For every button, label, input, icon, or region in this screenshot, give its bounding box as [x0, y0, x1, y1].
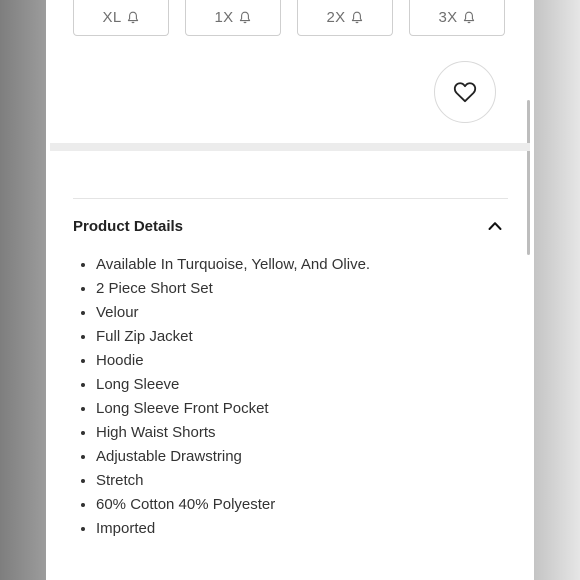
scrollbar-thumb[interactable]: [527, 100, 530, 255]
product-details-header[interactable]: Product Details: [73, 210, 503, 242]
list-item-text: 60% Cotton 40% Polyester: [96, 496, 276, 513]
section-separator: [50, 143, 530, 151]
size-button-1x[interactable]: 1X: [185, 0, 281, 36]
bullet: [81, 503, 85, 507]
bullet: [81, 359, 85, 363]
size-label: 3X: [438, 9, 458, 26]
list-item-text: Adjustable Drawstring: [96, 448, 242, 465]
size-button-xl[interactable]: XL: [73, 0, 169, 36]
list-item: Long Sleeve: [73, 373, 370, 397]
bell-icon: [464, 11, 475, 24]
list-item: Stretch: [73, 469, 370, 493]
list-item-text: High Waist Shorts: [96, 424, 216, 441]
right-backdrop: [534, 0, 580, 580]
list-item: Full Zip Jacket: [73, 325, 370, 349]
size-label: 1X: [214, 9, 234, 26]
heart-icon: [453, 82, 477, 103]
divider: [73, 198, 508, 199]
product-details-title: Product Details: [73, 217, 184, 235]
bullet: [81, 455, 85, 459]
bullet: [81, 335, 85, 339]
bullet: [81, 407, 85, 411]
size-label: XL: [102, 9, 122, 26]
list-item: Imported: [73, 517, 370, 541]
bullet: [81, 263, 85, 267]
product-details-list: Available In Turquoise, Yellow, And Oliv…: [73, 253, 370, 541]
bullet: [81, 287, 85, 291]
list-item: Long Sleeve Front Pocket: [73, 397, 370, 421]
list-item-text: Available In Turquoise, Yellow, And Oliv…: [96, 256, 371, 273]
list-item-text: Long Sleeve: [96, 376, 180, 393]
size-label: 2X: [326, 9, 346, 26]
list-item: Hoodie: [73, 349, 370, 373]
list-item-text: Velour: [96, 304, 139, 321]
size-button-3x[interactable]: 3X: [409, 0, 505, 36]
bullet: [81, 311, 85, 315]
list-item-text: 2 Piece Short Set: [96, 280, 213, 297]
list-item-text: Long Sleeve Front Pocket: [96, 400, 269, 417]
list-item: Available In Turquoise, Yellow, And Oliv…: [73, 253, 370, 277]
bullet: [81, 431, 85, 435]
list-item: 2 Piece Short Set: [73, 277, 370, 301]
bell-icon: [240, 11, 251, 24]
list-item: Velour: [73, 301, 370, 325]
bell-icon: [128, 11, 139, 24]
size-selector: XL 1X 2X 3X: [73, 0, 507, 38]
list-item: High Waist Shorts: [73, 421, 370, 445]
list-item: Adjustable Drawstring: [73, 445, 370, 469]
bullet: [81, 383, 85, 387]
list-item-text: Full Zip Jacket: [96, 328, 193, 345]
list-item-text: Stretch: [96, 472, 144, 489]
list-item-text: Hoodie: [96, 352, 144, 369]
list-item: 60% Cotton 40% Polyester: [73, 493, 370, 517]
bullet: [81, 527, 85, 531]
list-item-text: Imported: [96, 520, 156, 537]
bullet: [81, 479, 85, 483]
product-panel: XL 1X 2X 3X Product Details Available In…: [46, 0, 534, 580]
chevron-up-icon[interactable]: [487, 218, 503, 234]
like-button[interactable]: [434, 61, 496, 123]
left-backdrop: [0, 0, 46, 580]
bell-icon: [352, 11, 363, 24]
size-button-2x[interactable]: 2X: [297, 0, 393, 36]
